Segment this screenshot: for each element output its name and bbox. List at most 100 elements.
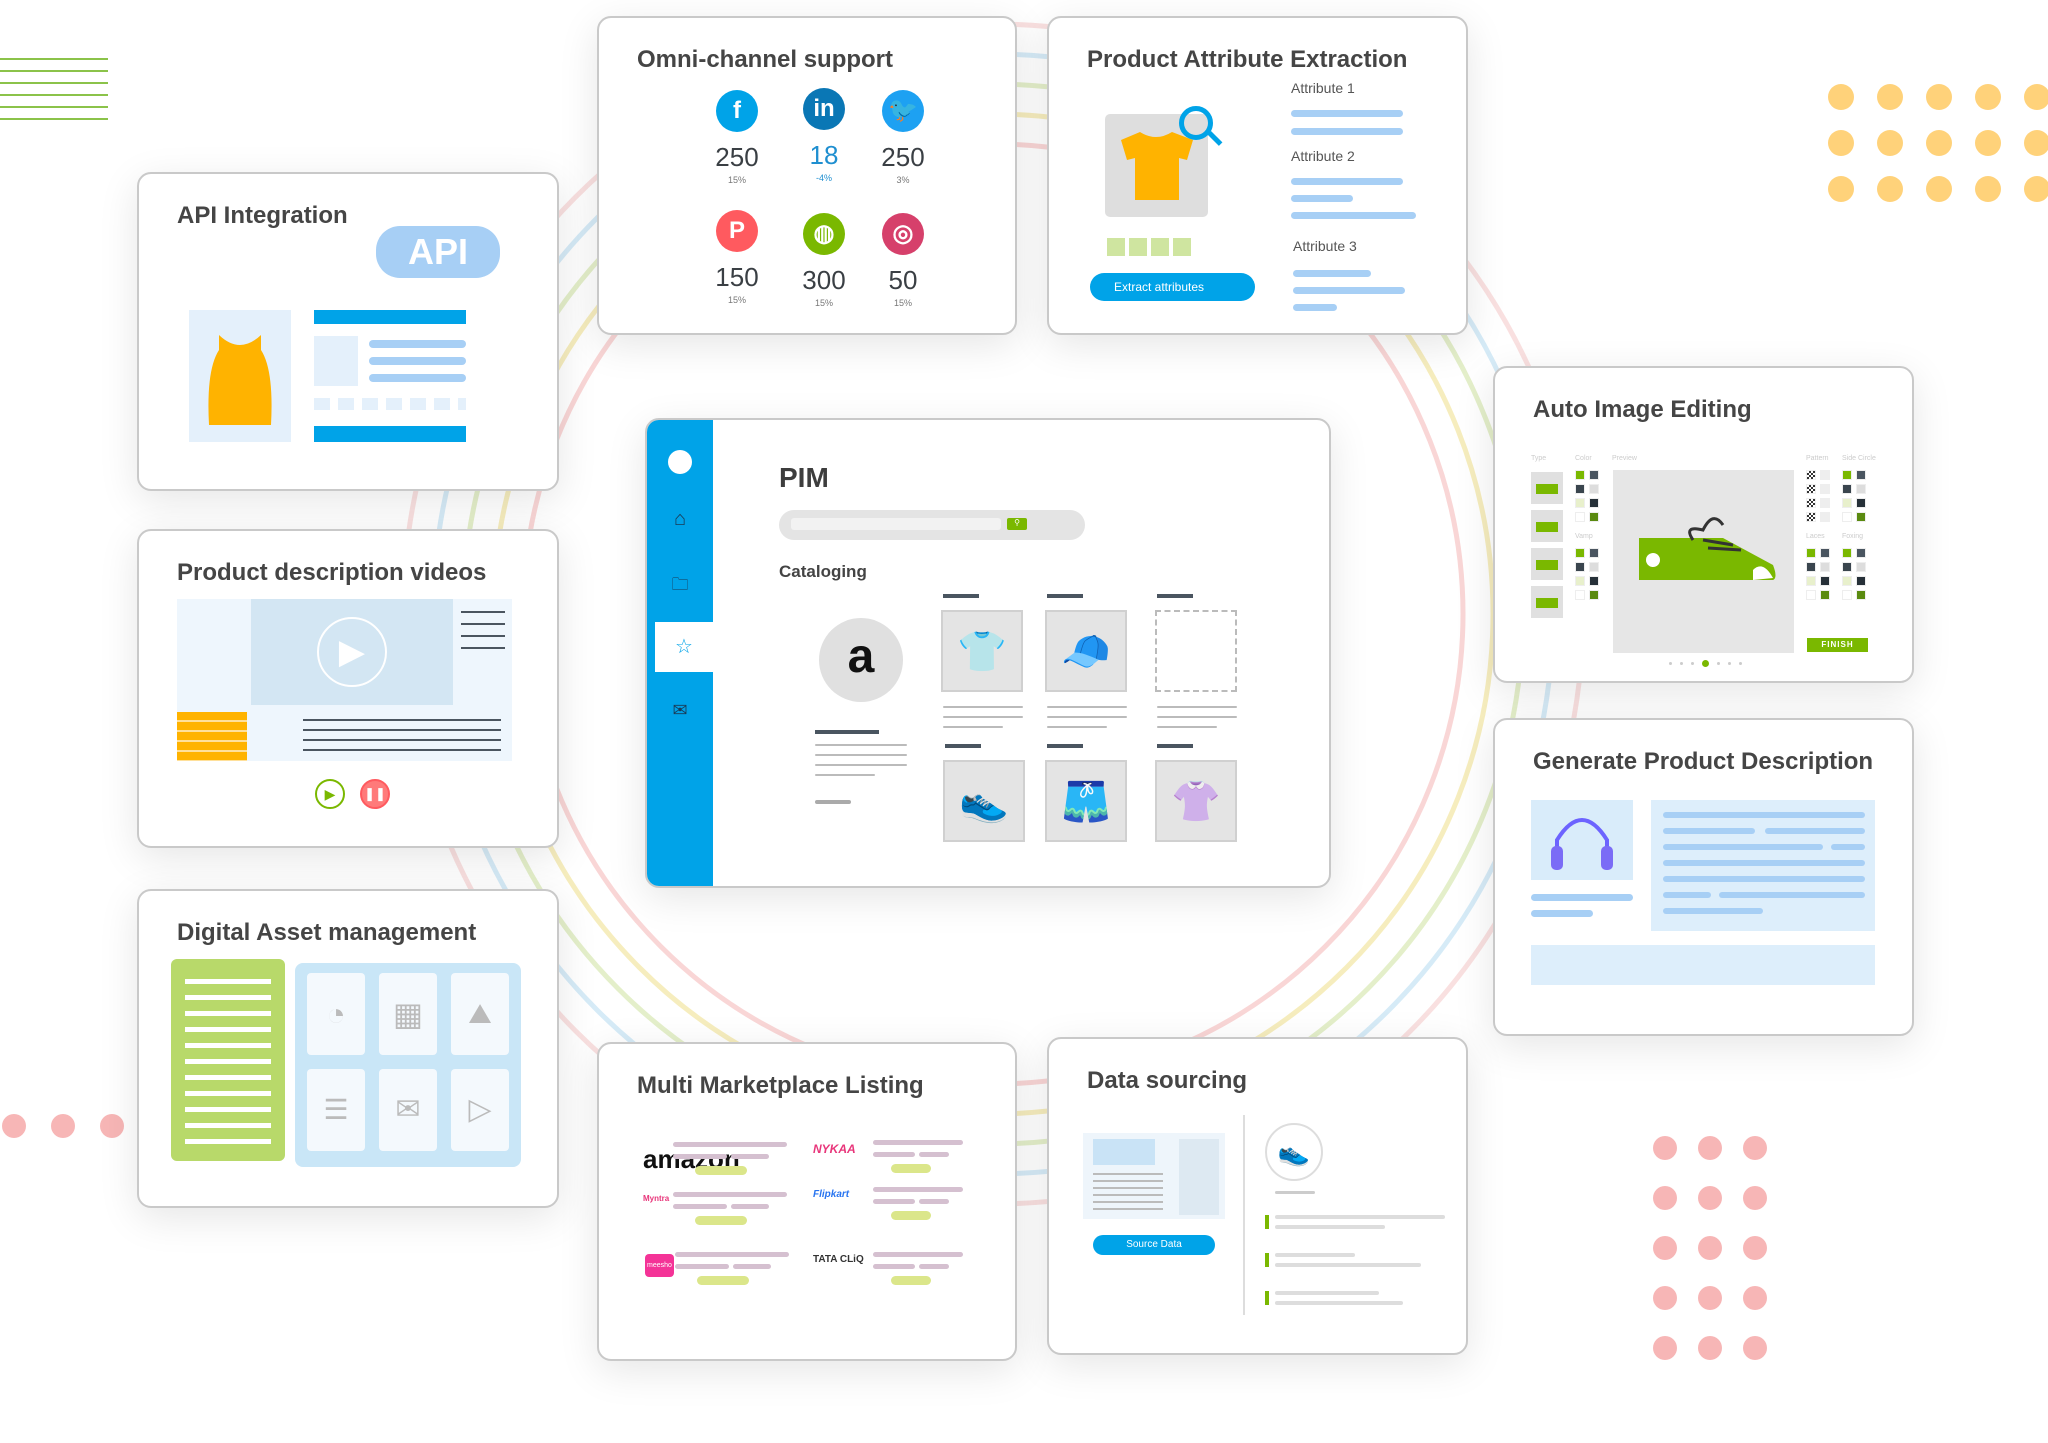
swatch[interactable] — [1842, 562, 1852, 572]
swatch[interactable] — [1820, 548, 1830, 558]
swatch[interactable] — [1589, 470, 1599, 480]
swatch[interactable] — [1842, 590, 1852, 600]
swatch[interactable] — [1820, 470, 1830, 480]
mail-file-icon[interactable]: ✉ — [379, 1069, 437, 1151]
twitter-icon[interactable]: 🐦 — [882, 90, 924, 132]
product-polo-tile[interactable]: 👚 — [1155, 760, 1237, 842]
shoe-type-option[interactable] — [1531, 586, 1563, 618]
slide-indicator[interactable] — [1669, 660, 1742, 667]
thumbnail-strip[interactable] — [1107, 238, 1191, 256]
search-icon[interactable]: ⚲ — [1007, 518, 1027, 530]
swatch[interactable] — [1575, 512, 1585, 522]
swatch[interactable] — [1820, 498, 1830, 508]
shoe-type-option[interactable] — [1531, 510, 1563, 542]
avatar[interactable] — [668, 450, 692, 474]
shoe-type-option[interactable] — [1531, 472, 1563, 504]
star-icon[interactable]: ☆ — [655, 622, 713, 672]
swatch[interactable] — [1575, 590, 1585, 600]
swatch[interactable] — [1820, 576, 1830, 586]
swatch[interactable] — [1820, 484, 1830, 494]
shoe-preview — [1613, 470, 1794, 653]
document-file-icon[interactable]: ☰ — [307, 1069, 365, 1151]
empty-slot[interactable] — [1155, 610, 1237, 692]
swatch[interactable] — [1806, 512, 1816, 522]
swatch[interactable] — [1820, 512, 1830, 522]
instagram-icon[interactable]: ◎ — [882, 213, 924, 255]
swatch[interactable] — [1842, 470, 1852, 480]
swatch[interactable] — [1856, 484, 1866, 494]
swatch[interactable] — [1806, 484, 1816, 494]
mail-icon[interactable]: ✉ — [647, 700, 713, 721]
swatch[interactable] — [1806, 576, 1816, 586]
play-button[interactable]: ▶ — [315, 779, 345, 809]
swatch[interactable] — [1589, 498, 1599, 508]
swatch[interactable] — [1575, 470, 1585, 480]
product-tshirt-tile[interactable]: 👕 — [941, 610, 1023, 692]
swatch[interactable] — [1575, 562, 1585, 572]
shoe-type-option[interactable] — [1531, 548, 1563, 580]
swatch[interactable] — [1842, 498, 1852, 508]
swatch[interactable] — [1842, 548, 1852, 558]
marketplace-logo-nykaa[interactable]: NYKAA — [813, 1142, 856, 1156]
swatch[interactable] — [1820, 562, 1830, 572]
swatch[interactable] — [1806, 548, 1816, 558]
swatch[interactable] — [1820, 590, 1830, 600]
swatch[interactable] — [1806, 590, 1816, 600]
marketplace-logo-tata-cliq[interactable]: TATA CLiQ — [813, 1254, 864, 1265]
swatch[interactable] — [1589, 590, 1599, 600]
swatch[interactable] — [1856, 470, 1866, 480]
slide-dot[interactable] — [1702, 660, 1709, 667]
swatch[interactable] — [1856, 590, 1866, 600]
pim-search-input[interactable]: ⚲ — [779, 510, 1085, 540]
swatch[interactable] — [1589, 512, 1599, 522]
swatch[interactable] — [1856, 562, 1866, 572]
marketplace-logo-meesho[interactable]: meesho — [645, 1254, 674, 1277]
channel-instagram[interactable]: ◎ 50 15% — [833, 213, 973, 308]
swatch[interactable] — [1806, 498, 1816, 508]
slide-dot[interactable] — [1739, 662, 1742, 665]
swatch[interactable] — [1575, 498, 1585, 508]
swatch[interactable] — [1575, 484, 1585, 494]
swatch[interactable] — [1842, 484, 1852, 494]
finish-button[interactable]: FINISH — [1807, 638, 1868, 652]
product-cap-tile[interactable]: 🧢 — [1045, 610, 1127, 692]
product-sneaker-tile[interactable]: 👟 — [943, 760, 1025, 842]
swatch[interactable] — [1589, 484, 1599, 494]
swatch[interactable] — [1842, 512, 1852, 522]
swatch[interactable] — [1589, 576, 1599, 586]
home-icon[interactable]: ⌂ — [647, 508, 713, 531]
pause-button[interactable]: ❚❚ — [360, 779, 390, 809]
swatch[interactable] — [1856, 512, 1866, 522]
pinterest-icon[interactable]: P — [716, 210, 758, 252]
slide-dot[interactable] — [1669, 662, 1672, 665]
slide-dot[interactable] — [1717, 662, 1720, 665]
slide-dot[interactable] — [1691, 662, 1694, 665]
play-icon[interactable]: ▶ — [317, 617, 387, 687]
slide-dot[interactable] — [1728, 662, 1731, 665]
channel-twitter[interactable]: 🐦 250 3% — [833, 90, 973, 185]
video-player[interactable]: ▶ — [251, 599, 453, 705]
chart-file-icon[interactable]: ◔ — [307, 973, 365, 1055]
video-file-icon[interactable]: ▷ — [451, 1069, 509, 1151]
swatch[interactable] — [1589, 562, 1599, 572]
marketplace-logo-myntra[interactable]: Myntra — [643, 1194, 669, 1203]
swatch[interactable] — [1806, 470, 1816, 480]
marketplace-logo-flipkart[interactable]: Flipkart — [813, 1189, 849, 1200]
folder-icon[interactable]: 🗀 — [647, 572, 713, 601]
swatch[interactable] — [1856, 576, 1866, 586]
spreadsheet-file-icon[interactable]: ▦ — [379, 973, 437, 1055]
swatch[interactable] — [1856, 498, 1866, 508]
source-data-button[interactable]: Source Data — [1093, 1235, 1215, 1255]
product-shorts-tile[interactable]: 🩳 — [1045, 760, 1127, 842]
swatch[interactable] — [1575, 576, 1585, 586]
image-file-icon[interactable]: ⛰ — [451, 973, 509, 1055]
swatch[interactable] — [1589, 548, 1599, 558]
extract-attributes-button[interactable]: Extract attributes — [1090, 273, 1255, 301]
swatch[interactable] — [1842, 576, 1852, 586]
description-output[interactable] — [1531, 945, 1875, 985]
swatch[interactable] — [1856, 548, 1866, 558]
slide-dot[interactable] — [1680, 662, 1683, 665]
swatch[interactable] — [1575, 548, 1585, 558]
swatch[interactable] — [1806, 562, 1816, 572]
facebook-icon[interactable]: f — [716, 90, 758, 132]
